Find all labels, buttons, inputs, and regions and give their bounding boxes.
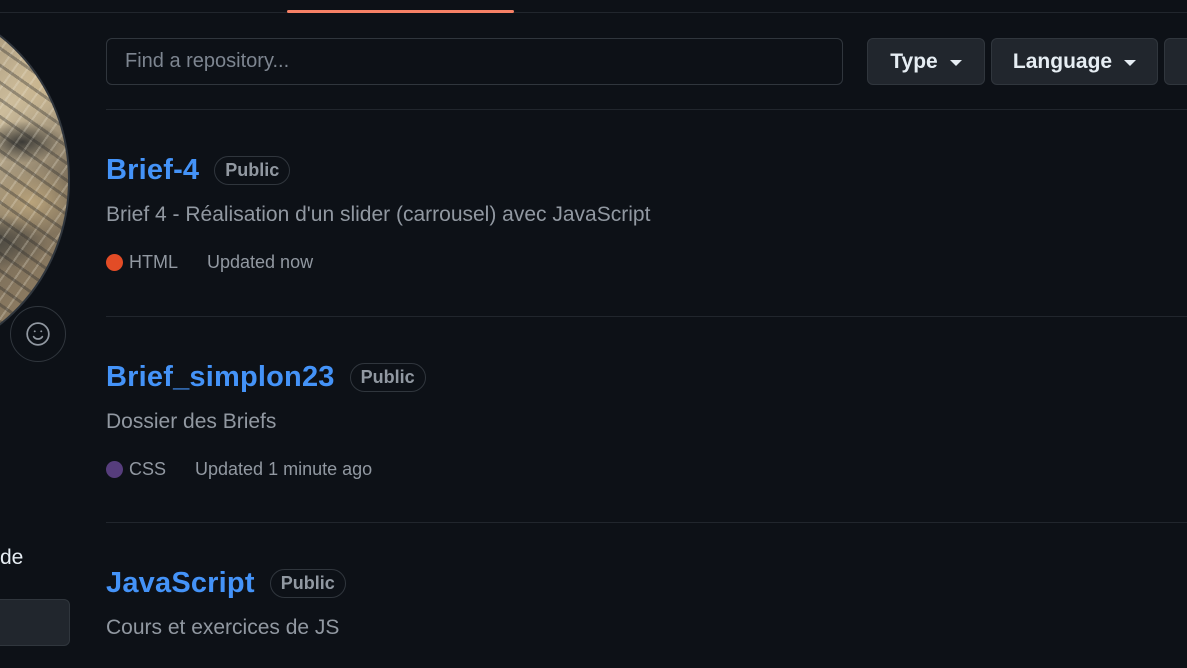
language-color-dot xyxy=(106,254,123,271)
repo-name-link[interactable]: JavaScript xyxy=(106,567,255,600)
visibility-badge: Public xyxy=(349,362,426,392)
repo-language: HTML xyxy=(129,252,178,272)
repo-updated: Updated now xyxy=(207,252,314,272)
list-divider xyxy=(106,316,1187,317)
repo-list-item: JavaScript Public Cours et exercices de … xyxy=(106,563,1187,640)
repo-description: Brief 4 - Réalisation d'un slider (carro… xyxy=(106,203,651,226)
visibility-badge: Public xyxy=(214,155,291,185)
tab-nav-border xyxy=(0,12,1187,13)
caret-down-icon xyxy=(949,59,962,66)
list-divider xyxy=(106,109,1187,110)
type-filter-button[interactable]: Type xyxy=(867,38,985,85)
language-filter-label: Language xyxy=(1012,49,1113,73)
sidebar-bio-fragment: de xyxy=(0,546,24,569)
repo-description: Cours et exercices de JS xyxy=(106,616,340,639)
repo-updated: Updated 1 minute ago xyxy=(195,459,373,479)
list-divider xyxy=(106,522,1187,523)
repositories-page: de Type Language Brief-4 Public Brief 4 … xyxy=(0,0,1187,668)
repository-search-input[interactable] xyxy=(106,38,843,85)
type-filter-label: Type xyxy=(890,49,938,73)
edit-profile-button[interactable] xyxy=(0,599,70,646)
visibility-badge: Public xyxy=(269,568,346,598)
set-status-button[interactable] xyxy=(10,306,66,362)
language-filter-button[interactable]: Language xyxy=(991,38,1158,85)
sort-filter-button[interactable] xyxy=(1164,38,1187,85)
repo-description: Dossier des Briefs xyxy=(106,410,277,433)
repo-language: CSS xyxy=(129,459,167,479)
active-tab-indicator xyxy=(287,10,514,13)
repo-name-link[interactable]: Brief-4 xyxy=(106,154,199,187)
caret-down-icon xyxy=(1124,59,1137,66)
smiley-icon xyxy=(26,322,50,346)
language-color-dot xyxy=(106,461,123,478)
repo-list-item: Brief_simplon23 Public Dossier des Brief… xyxy=(106,357,1187,480)
repo-name-link[interactable]: Brief_simplon23 xyxy=(106,361,335,394)
repo-list-item: Brief-4 Public Brief 4 - Réalisation d'u… xyxy=(106,150,1187,273)
